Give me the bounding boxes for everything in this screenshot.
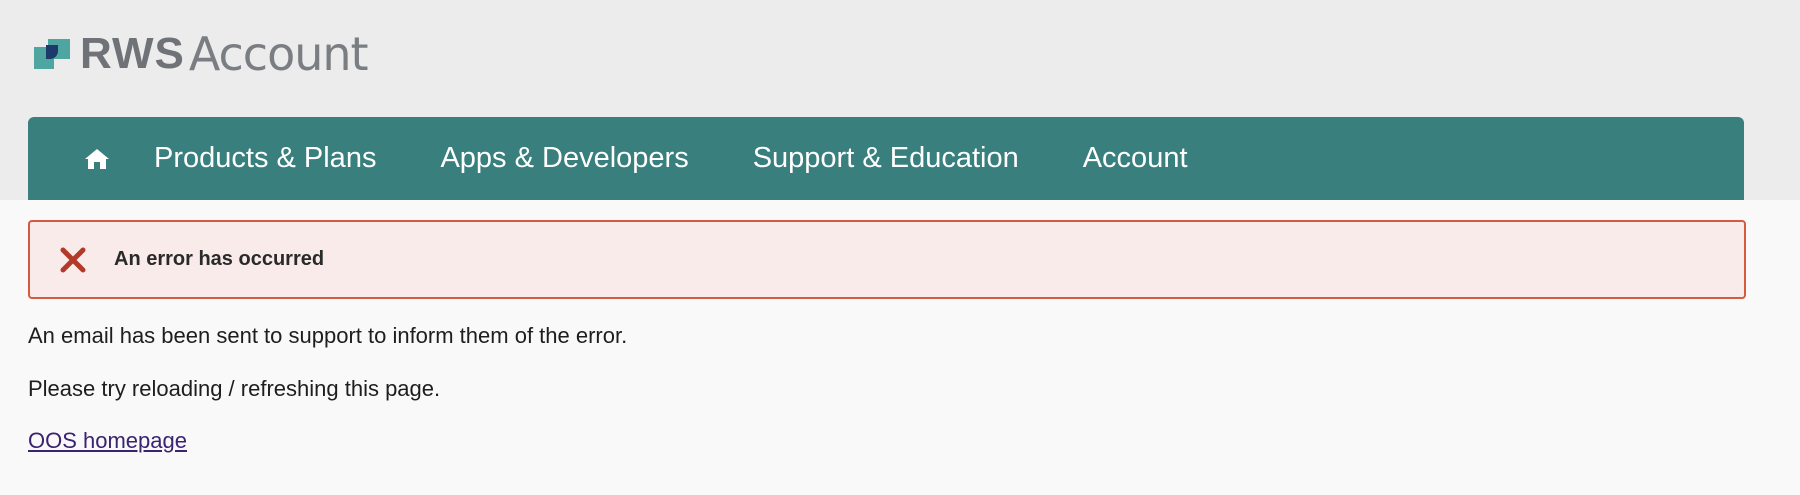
close-x-icon [58, 245, 88, 275]
error-message-reload-hint: Please try reloading / refreshing this p… [28, 376, 441, 401]
rws-logo-mark-icon [34, 35, 72, 73]
error-message-email-sent: An email has been sent to support to inf… [28, 323, 628, 348]
site-header: RWS Account Products & Plans Apps & Deve… [0, 0, 1800, 200]
logo-text-rws: RWS [80, 29, 185, 78]
error-alert-title: An error has occurred [114, 248, 325, 270]
error-alert: An error has occurred [28, 220, 1746, 299]
home-icon [85, 148, 109, 169]
nav-item-account[interactable]: Account [1083, 142, 1188, 175]
nav-item-apps-developers[interactable]: Apps & Developers [440, 142, 688, 175]
rws-account-logo[interactable]: RWS Account [34, 26, 369, 82]
oos-homepage-link[interactable]: OOS homepage [28, 428, 187, 454]
logo-text-account: Account [188, 27, 369, 81]
nav-item-support-education[interactable]: Support & Education [753, 142, 1019, 175]
nav-home-link[interactable] [78, 140, 116, 178]
main-navigation: Products & Plans Apps & Developers Suppo… [28, 117, 1744, 200]
nav-item-products-plans[interactable]: Products & Plans [154, 142, 376, 175]
